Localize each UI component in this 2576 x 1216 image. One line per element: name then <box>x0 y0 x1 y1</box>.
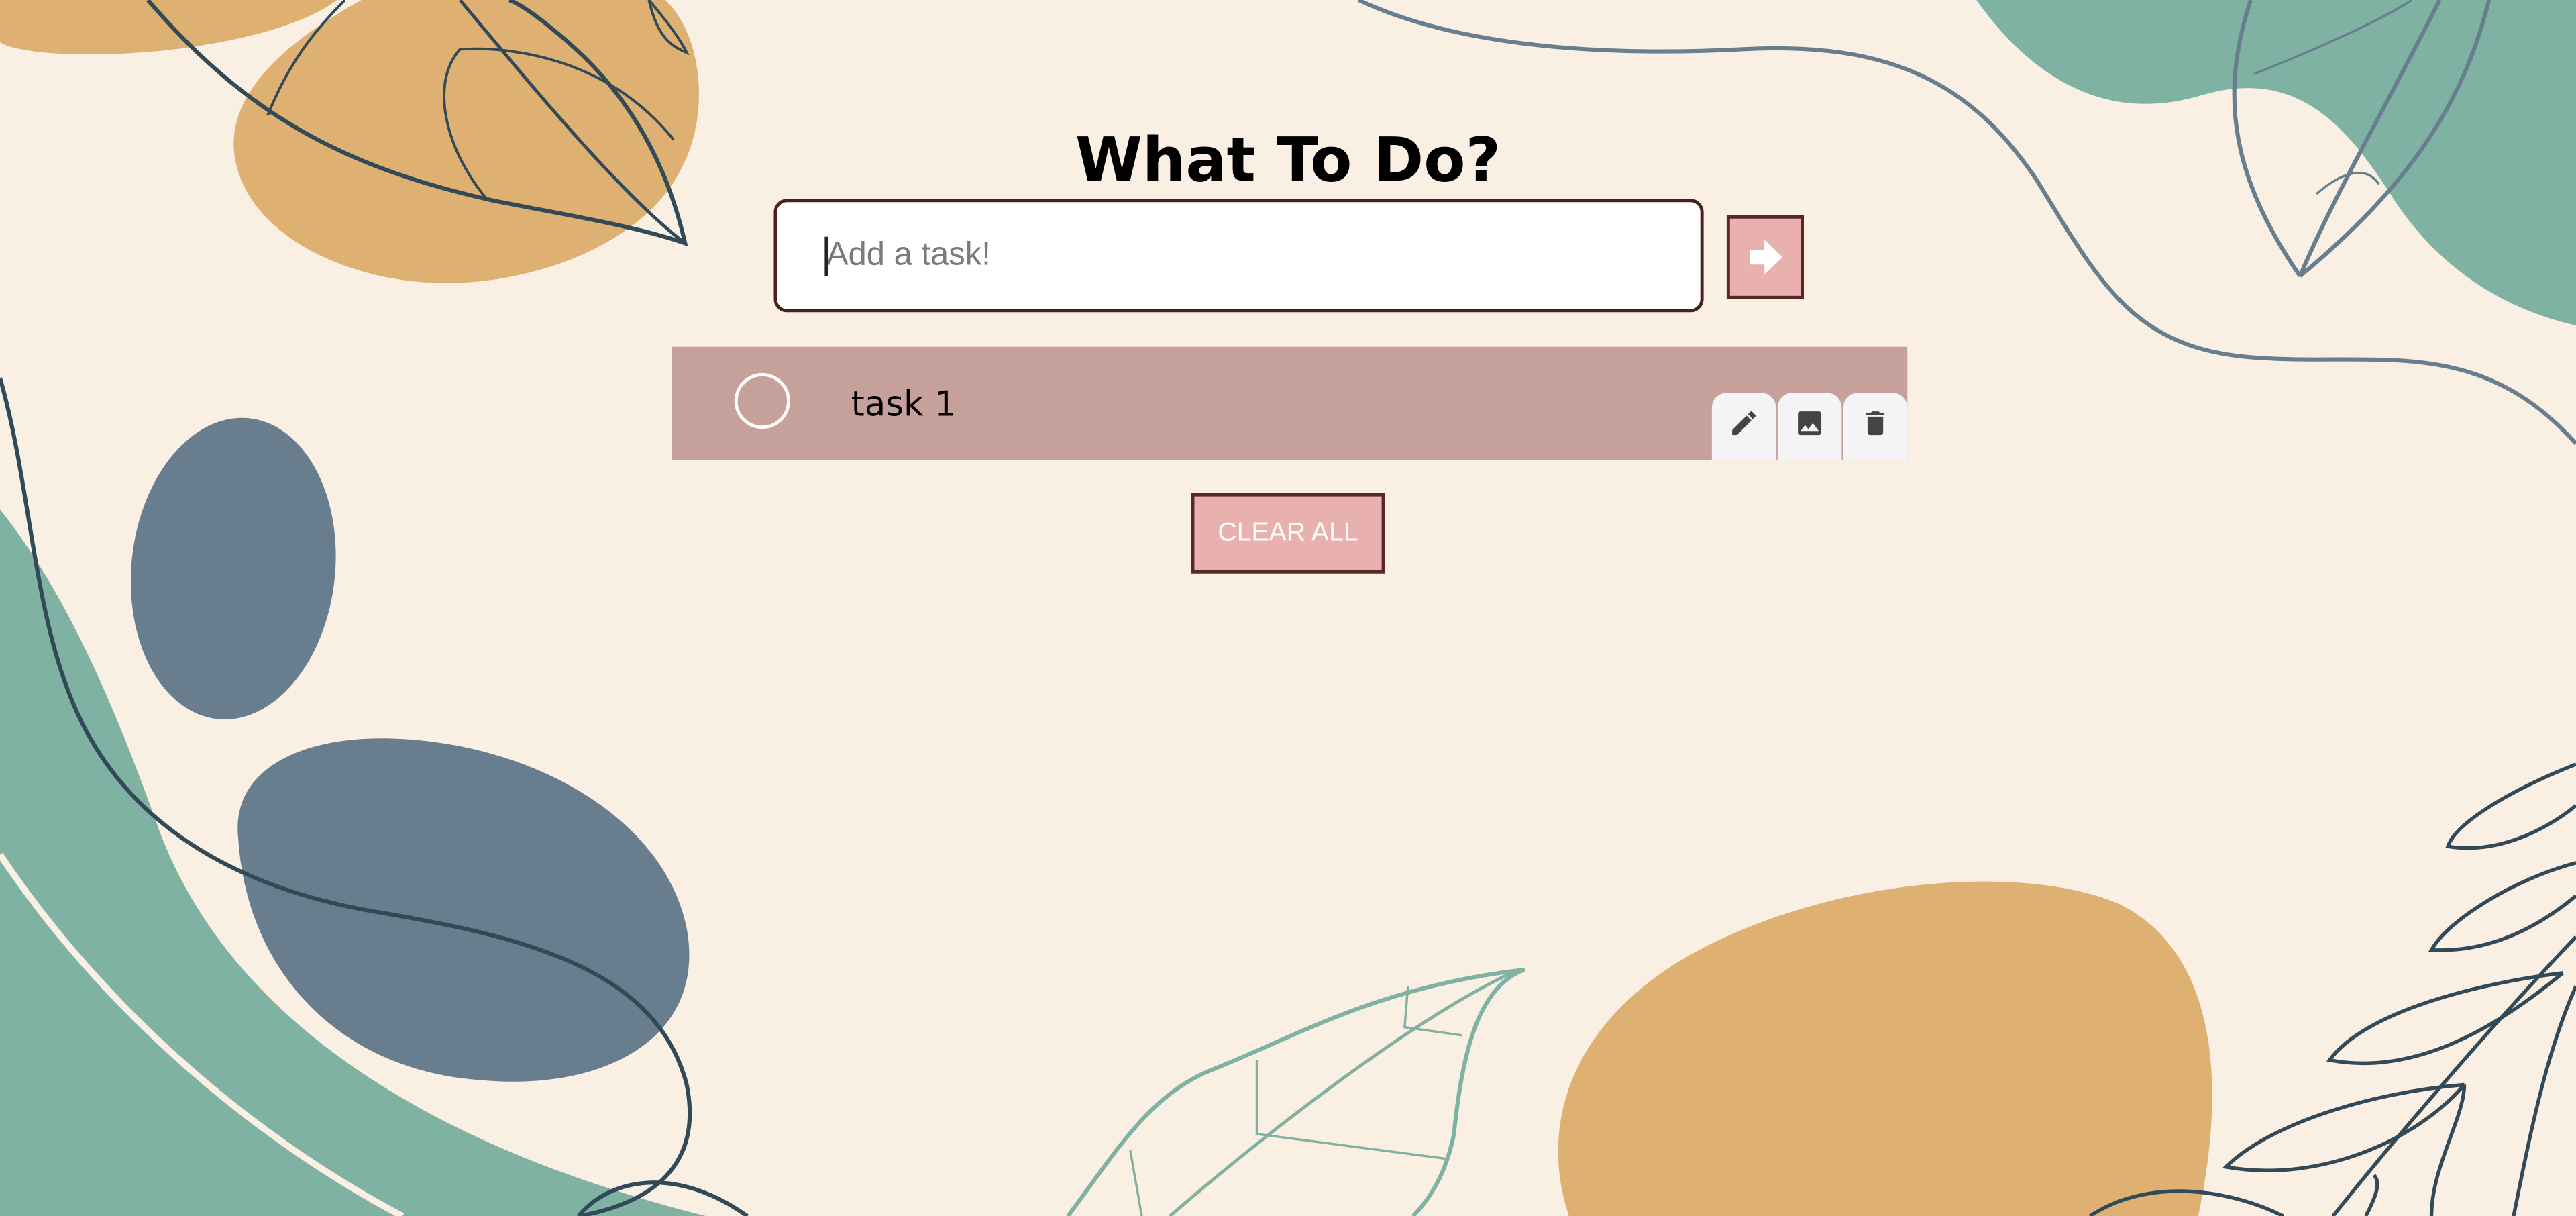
text-cursor <box>824 236 828 276</box>
add-image-button[interactable] <box>1777 393 1842 460</box>
app-canvas: What To Do? task 1 CLEAR ALL <box>0 0 2576 1216</box>
task-complete-checkbox[interactable] <box>734 372 790 429</box>
trash-icon <box>1866 411 1885 436</box>
slate-blob-lower <box>237 738 690 1082</box>
add-task-button[interactable] <box>1726 215 1805 299</box>
mustard-blob-top-left-small <box>0 0 337 54</box>
task-input[interactable] <box>773 199 1704 313</box>
task-row: task 1 <box>672 346 1908 460</box>
edit-task-button[interactable] <box>1711 393 1776 460</box>
slate-blob-upper <box>130 417 336 719</box>
delete-task-button[interactable] <box>1843 393 1908 460</box>
page-title: What To Do? <box>1075 125 1501 196</box>
clear-all-button[interactable]: CLEAR ALL <box>1191 493 1385 574</box>
image-icon <box>1798 411 1822 436</box>
arrow-right-icon <box>1750 240 1783 274</box>
pencil-icon <box>1732 411 1756 436</box>
mustard-blob-bottom-right <box>1558 881 2212 1216</box>
task-label: task 1 <box>851 385 957 424</box>
